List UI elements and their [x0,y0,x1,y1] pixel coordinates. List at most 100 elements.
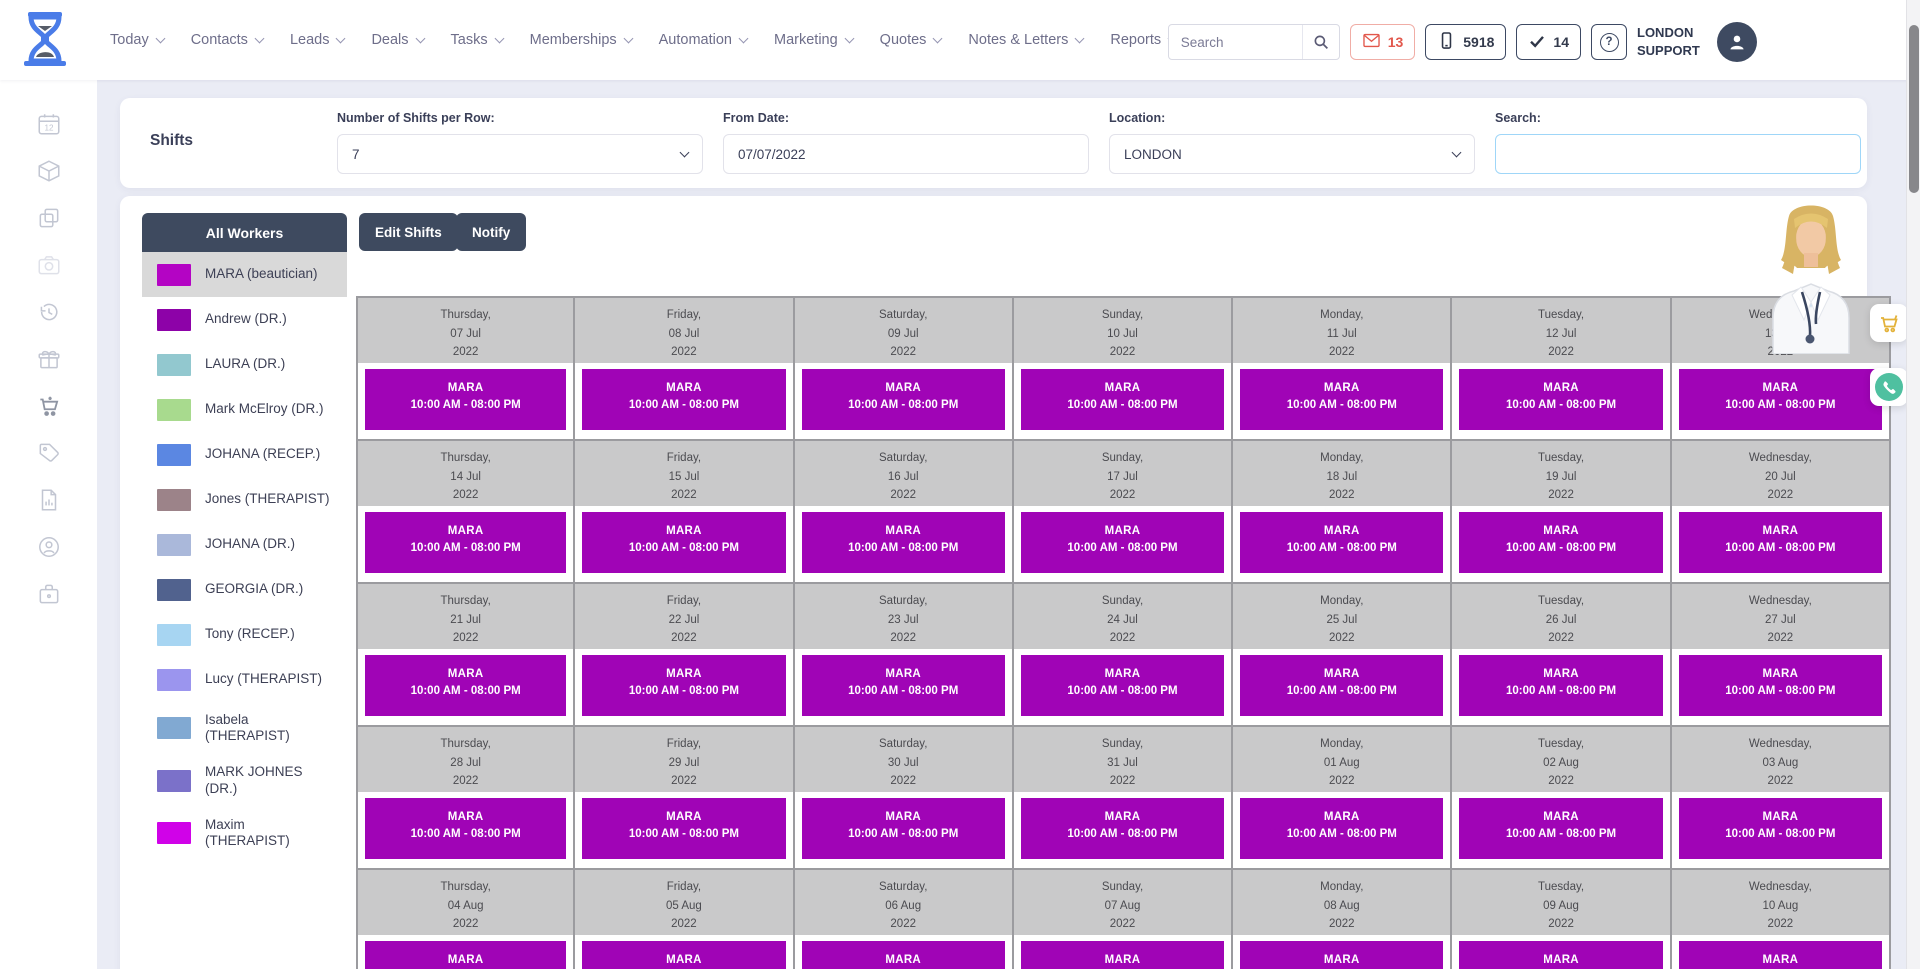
worker-row-lucy-therapist[interactable]: Lucy (THERAPIST) [142,657,347,702]
nav-today[interactable]: Today [110,32,164,48]
day-date: 31 Jul [1014,754,1231,773]
camera-icon[interactable] [35,251,62,278]
worker-search-input[interactable] [1495,134,1861,174]
nav-tasks[interactable]: Tasks [451,32,503,48]
gift-icon[interactable] [35,345,62,372]
from-date-input[interactable] [723,134,1089,174]
avatar[interactable] [1717,22,1757,62]
nav-notes-letters[interactable]: Notes & Letters [968,32,1083,48]
shift-card[interactable]: MARA 10:00 AM - 08:00 PM [1459,655,1662,716]
copy-icon[interactable] [35,204,62,231]
shift-card[interactable]: MARA 10:00 AM - 08:00 PM [582,941,785,969]
day-header: Wednesday, 10 Aug 2022 [1672,868,1889,935]
phone-fab[interactable] [1870,368,1908,406]
calendar-week: Thursday, 04 Aug 2022 MARA 10:00 AM - 08… [356,868,1891,969]
shift-card[interactable]: MARA 10:00 AM - 08:00 PM [1021,512,1224,573]
shift-card[interactable]: MARA 10:00 AM - 08:00 PM [1679,798,1882,859]
day-header: Saturday, 30 Jul 2022 [795,725,1012,792]
location-select[interactable]: LONDON [1109,134,1475,174]
nav-marketing[interactable]: Marketing [774,32,853,48]
page-scrollbar[interactable] [1906,0,1920,969]
nav-reports[interactable]: Reports [1110,32,1176,48]
nav-automation[interactable]: Automation [659,32,747,48]
worker-row-jones-therapist[interactable]: Jones (THERAPIST) [142,477,347,522]
shift-card[interactable]: MARA 10:00 AM - 08:00 PM [1459,798,1662,859]
shift-card[interactable]: MARA 10:00 AM - 08:00 PM [1459,369,1662,430]
shift-card[interactable]: MARA 10:00 AM - 08:00 PM [365,369,566,430]
shift-time: 10:00 AM - 08:00 PM [582,542,785,554]
nav-deals[interactable]: Deals [371,32,423,48]
account-icon[interactable] [35,533,62,560]
tasks-badge[interactable]: 14 [1516,24,1581,60]
worker-row-mara-beautician[interactable]: MARA (beautician) [142,252,347,297]
shift-card[interactable]: MARA 10:00 AM - 08:00 PM [365,798,566,859]
calendar-day: Tuesday, 26 Jul 2022 MARA 10:00 AM - 08:… [1452,582,1671,725]
shift-card[interactable]: MARA 10:00 AM - 08:00 PM [365,941,566,969]
worker-row-isabela-therapist[interactable]: Isabela (THERAPIST) [142,702,347,754]
shift-card[interactable]: MARA 10:00 AM - 08:00 PM [1459,941,1662,969]
nav-leads[interactable]: Leads [290,32,345,48]
nav-memberships[interactable]: Memberships [530,32,632,48]
notify-button[interactable]: Notify [456,213,526,251]
worker-row-mark-johnes-dr[interactable]: MARK JOHNES (DR.) [142,754,347,806]
edit-shifts-button[interactable]: Edit Shifts [359,213,458,251]
price-tag-icon[interactable] [35,439,62,466]
global-search-input[interactable] [1169,35,1302,50]
worker-row-johana-recep[interactable]: JOHANA (RECEP.) [142,432,347,477]
shift-card[interactable]: MARA 10:00 AM - 08:00 PM [1679,512,1882,573]
help-button[interactable]: ? [1591,24,1627,60]
calendar-week: Thursday, 14 Jul 2022 MARA 10:00 AM - 08… [356,439,1891,582]
shift-card[interactable]: MARA 10:00 AM - 08:00 PM [582,798,785,859]
shift-card[interactable]: MARA 10:00 AM - 08:00 PM [1240,512,1443,573]
shift-card[interactable]: MARA 10:00 AM - 08:00 PM [582,369,785,430]
shift-card[interactable]: MARA 10:00 AM - 08:00 PM [582,655,785,716]
shift-card[interactable]: MARA 10:00 AM - 08:00 PM [1021,798,1224,859]
messages-badge[interactable]: 13 [1350,24,1416,60]
worker-row-mark-mcelroy-dr[interactable]: Mark McElroy (DR.) [142,387,347,432]
shift-card[interactable]: MARA 10:00 AM - 08:00 PM [1240,798,1443,859]
package-icon[interactable] [35,157,62,184]
shift-card[interactable]: MARA 10:00 AM - 08:00 PM [802,941,1005,969]
shift-card[interactable]: MARA 10:00 AM - 08:00 PM [1679,655,1882,716]
shift-card[interactable]: MARA 10:00 AM - 08:00 PM [582,512,785,573]
shift-card[interactable]: MARA 10:00 AM - 08:00 PM [1240,369,1443,430]
history-icon[interactable] [35,298,62,325]
shift-card[interactable]: MARA 10:00 AM - 08:00 PM [1679,369,1882,430]
shift-card[interactable]: MARA 10:00 AM - 08:00 PM [1240,655,1443,716]
shift-card[interactable]: MARA 10:00 AM - 08:00 PM [365,655,566,716]
day-body: MARA 10:00 AM - 08:00 PM [1233,649,1450,725]
worker-row-andrew-dr[interactable]: Andrew (DR.) [142,297,347,342]
calls-badge[interactable]: 5918 [1425,24,1506,60]
shifts-per-row-select[interactable]: 7 [337,134,703,174]
all-workers-button[interactable]: All Workers [142,213,347,252]
shift-card[interactable]: MARA 10:00 AM - 08:00 PM [1240,941,1443,969]
shift-card[interactable]: MARA 10:00 AM - 08:00 PM [1679,941,1882,969]
shift-card[interactable]: MARA 10:00 AM - 08:00 PM [365,512,566,573]
shift-card[interactable]: MARA 10:00 AM - 08:00 PM [1459,512,1662,573]
nav-quotes[interactable]: Quotes [880,32,942,48]
report-icon[interactable] [35,486,62,513]
shift-card[interactable]: MARA 10:00 AM - 08:00 PM [802,369,1005,430]
search-icon[interactable] [1303,33,1339,51]
shift-card[interactable]: MARA 10:00 AM - 08:00 PM [1021,655,1224,716]
global-search[interactable] [1168,24,1340,60]
worker-row-maxim-therapist[interactable]: Maxim (THERAPIST) [142,807,347,859]
worker-row-tony-recep[interactable]: Tony (RECEP.) [142,612,347,657]
shift-card[interactable]: MARA 10:00 AM - 08:00 PM [1021,941,1224,969]
worker-row-georgia-dr[interactable]: GEORGIA (DR.) [142,567,347,612]
cart-icon[interactable] [35,392,62,419]
shift-card[interactable]: MARA 10:00 AM - 08:00 PM [802,655,1005,716]
app-logo[interactable] [22,12,68,66]
nav-contacts[interactable]: Contacts [191,32,263,48]
worker-row-laura-dr[interactable]: LAURA (DR.) [142,342,347,387]
worker-row-johana-dr[interactable]: JOHANA (DR.) [142,522,347,567]
shift-card[interactable]: MARA 10:00 AM - 08:00 PM [802,798,1005,859]
briefcase-icon[interactable] [35,580,62,607]
scrollbar-thumb[interactable] [1909,25,1919,193]
shift-card[interactable]: MARA 10:00 AM - 08:00 PM [802,512,1005,573]
day-year: 2022 [575,915,792,934]
shift-card[interactable]: MARA 10:00 AM - 08:00 PM [1021,369,1224,430]
cart-fab[interactable] [1870,304,1908,342]
calendar-icon[interactable]: 12 [35,110,62,137]
day-year: 2022 [575,629,792,648]
